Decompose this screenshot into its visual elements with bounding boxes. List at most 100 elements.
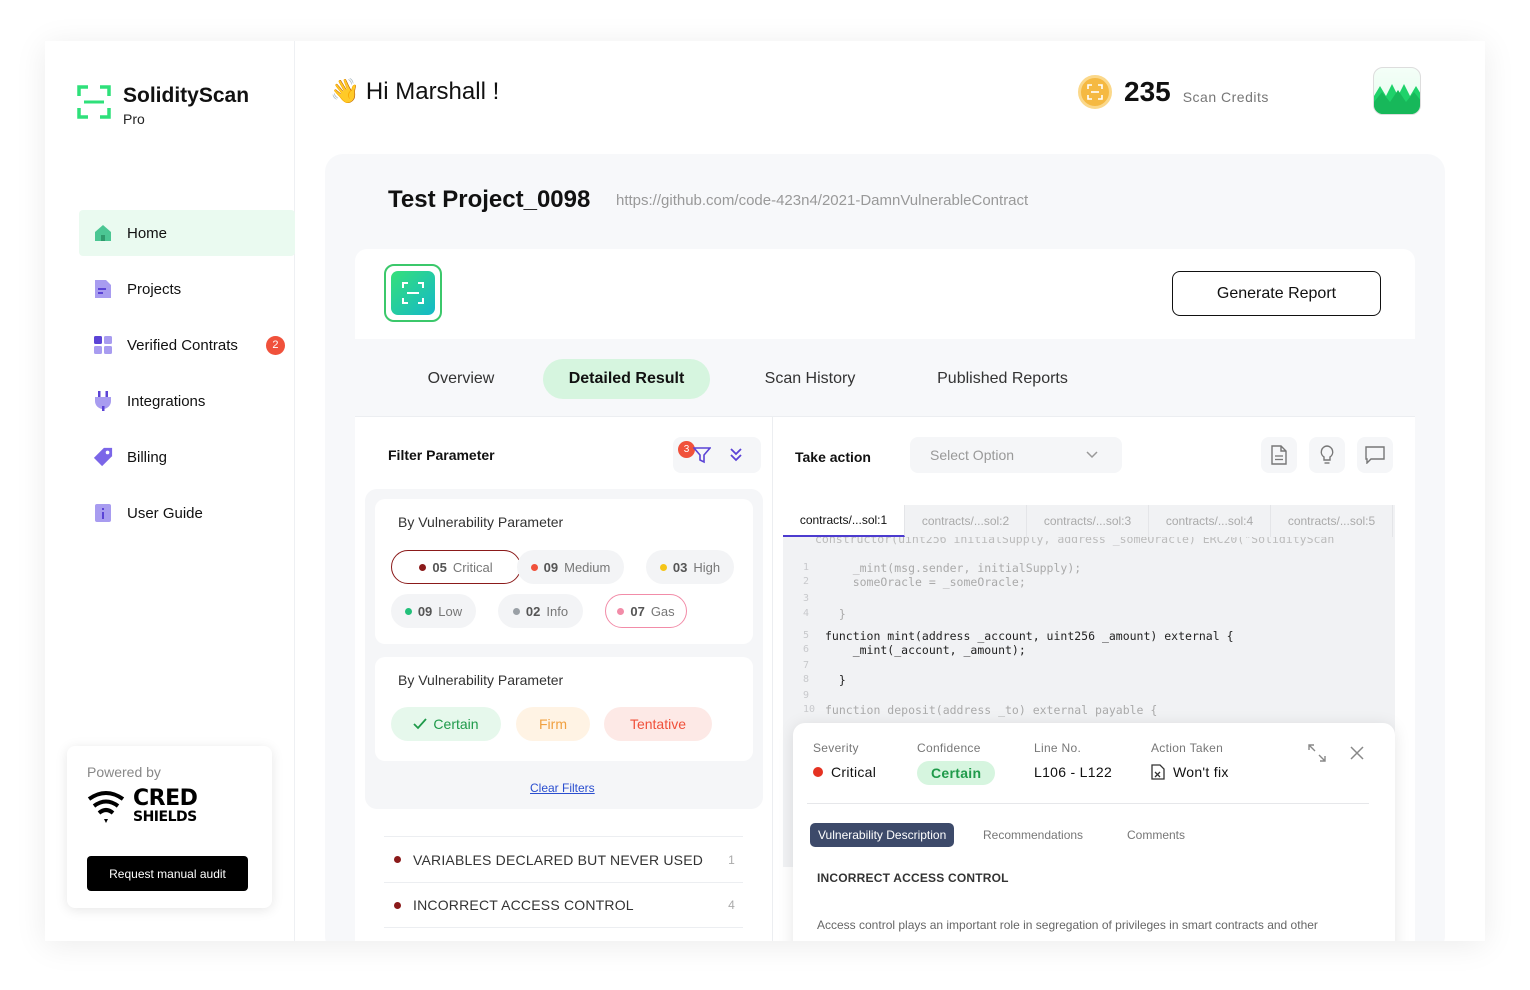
chevron-down-icon bbox=[1086, 451, 1098, 459]
chevron-double-down-icon[interactable] bbox=[729, 447, 743, 463]
tab-overview[interactable]: Overview bbox=[405, 359, 517, 399]
project-url[interactable]: https://github.com/code-423n4/2021-DamnV… bbox=[616, 192, 1028, 209]
gas-dot-icon bbox=[617, 607, 625, 615]
app-frame: SolidityScan Pro Home Projects Verified … bbox=[45, 41, 1485, 941]
scan-refresh-icon[interactable] bbox=[384, 264, 442, 322]
chip-firm[interactable]: Firm bbox=[516, 707, 590, 741]
filter-tools: 3 bbox=[673, 437, 761, 473]
filter-panel: By Vulnerability Parameter 05 Critical 09… bbox=[365, 489, 763, 809]
chip-label: Tentative bbox=[629, 716, 687, 732]
request-audit-button[interactable]: Request manual audit bbox=[87, 856, 248, 891]
chip-tentative[interactable]: Tentative bbox=[604, 707, 712, 741]
confidence-value: Certain bbox=[917, 761, 996, 785]
sidebar-item-verified-contracts[interactable]: Verified Contrats 2 bbox=[79, 322, 295, 368]
chip-critical[interactable]: 05 Critical bbox=[391, 550, 521, 584]
solidityscan-logo-icon bbox=[77, 85, 111, 119]
sidebar-item-label: Home bbox=[127, 224, 168, 242]
chip-label: Medium bbox=[564, 559, 611, 575]
line-number: 8 bbox=[803, 674, 810, 685]
verified-count-badge: 2 bbox=[265, 335, 285, 355]
action-select[interactable]: Select Option bbox=[910, 437, 1122, 473]
tab-scan-history[interactable]: Scan History bbox=[745, 359, 875, 399]
file-tab[interactable]: contracts/...sol:1 bbox=[783, 505, 905, 537]
sidebar-item-projects[interactable]: Projects bbox=[79, 266, 295, 312]
plug-icon bbox=[93, 391, 113, 411]
close-icon[interactable] bbox=[1349, 745, 1365, 761]
line-number: 1 bbox=[803, 562, 810, 573]
action-taken-value: Won't fix bbox=[1151, 764, 1229, 780]
powered-by-card: Powered by CRED SHIELDS Request manual a… bbox=[67, 746, 272, 908]
tab-comments[interactable]: Comments bbox=[1127, 823, 1185, 847]
critical-dot-icon bbox=[813, 767, 823, 777]
brand-line-2: SHIELDS bbox=[133, 809, 197, 825]
vuln-list-item[interactable]: VARIABLES DECLARED BUT NEVER USED 1 bbox=[384, 836, 743, 882]
file-tab[interactable]: contracts/...sol:5 bbox=[1271, 505, 1393, 537]
tab-published-reports[interactable]: Published Reports bbox=[915, 359, 1090, 399]
chip-label: Low bbox=[438, 603, 463, 619]
avatar[interactable] bbox=[1373, 67, 1421, 115]
tab-detailed-result[interactable]: Detailed Result bbox=[543, 359, 710, 399]
filter-icon[interactable] bbox=[693, 446, 711, 464]
action-taken-label: Action Taken bbox=[1151, 741, 1224, 755]
medium-dot-icon bbox=[530, 563, 538, 571]
expand-icon[interactable] bbox=[1307, 743, 1327, 763]
confidence-label: Confidence bbox=[917, 741, 981, 755]
scan-credits: 235 Scan Credits bbox=[1078, 75, 1269, 109]
file-tabs: contracts/...sol:1 contracts/...sol:2 co… bbox=[783, 505, 1395, 537]
sidebar: SolidityScan Pro Home Projects Verified … bbox=[45, 41, 295, 941]
report-doc-button[interactable] bbox=[1261, 437, 1297, 473]
chip-certain[interactable]: Certain bbox=[391, 707, 501, 741]
high-dot-icon bbox=[659, 563, 667, 571]
line-label: Line No. bbox=[1034, 741, 1082, 755]
chip-label: Firm bbox=[539, 716, 567, 732]
chip-low[interactable]: 09 Low bbox=[391, 594, 476, 628]
generate-report-button[interactable]: Generate Report bbox=[1172, 271, 1381, 316]
action-taken-text: Won't fix bbox=[1173, 764, 1229, 780]
chip-count: 07 bbox=[630, 603, 645, 619]
chip-count: 03 bbox=[672, 559, 688, 575]
line-number: 9 bbox=[803, 690, 810, 701]
chip-gas[interactable]: 07 Gas bbox=[605, 594, 687, 628]
chip-high[interactable]: 03 High bbox=[646, 550, 734, 584]
wifi-shield-icon bbox=[87, 790, 125, 823]
tab-vulnerability-description[interactable]: Vulnerability Description bbox=[810, 823, 955, 847]
line-number: 6 bbox=[803, 644, 810, 655]
detail-description: Access control plays an important role i… bbox=[817, 918, 1318, 932]
sidebar-item-label: Projects bbox=[127, 280, 182, 298]
vuln-count: 1 bbox=[728, 852, 735, 867]
sidebar-item-integrations[interactable]: Integrations bbox=[79, 378, 295, 424]
file-tab[interactable]: contracts/...sol:4 bbox=[1149, 505, 1271, 537]
code-header-line: constructor(uint256 initialSupply, addre… bbox=[815, 537, 1335, 546]
critical-dot-icon bbox=[419, 563, 427, 571]
wave-icon: 👋 bbox=[330, 78, 360, 105]
sidebar-item-user-guide[interactable]: User Guide bbox=[79, 490, 295, 536]
file-x-icon bbox=[1151, 764, 1165, 780]
filter-column: Filter Parameter 3 By Vulnerability Para… bbox=[355, 417, 773, 941]
greeting-text: Hi Marshall ! bbox=[365, 77, 500, 105]
chip-count: 09 bbox=[417, 603, 433, 619]
vuln-list-item[interactable]: INCORRECT ACCESS CONTROL 4 bbox=[384, 882, 743, 928]
filter-title: Filter Parameter bbox=[388, 447, 495, 463]
tab-recommendations[interactable]: Recommendations bbox=[983, 823, 1083, 847]
chip-info[interactable]: 02 Info bbox=[498, 594, 583, 628]
sidebar-item-home[interactable]: Home bbox=[79, 210, 295, 256]
confidence-group-title: By Vulnerability Parameter bbox=[398, 672, 564, 688]
chip-medium[interactable]: 09 Medium bbox=[517, 550, 624, 584]
confidence-chip: Certain bbox=[917, 761, 996, 785]
comment-button[interactable] bbox=[1357, 437, 1393, 473]
vulnerability-detail-popup: Severity Critical Confidence Certain Lin… bbox=[793, 723, 1395, 941]
line-number: 2 bbox=[803, 576, 810, 587]
code-line: _mint(_account, _amount); bbox=[825, 643, 1026, 657]
app-logo[interactable]: SolidityScan Pro bbox=[77, 85, 249, 127]
file-tab[interactable]: contracts/...sol:2 bbox=[905, 505, 1027, 537]
tabs-bar: Overview Detailed Result Scan History Pu… bbox=[355, 339, 1415, 417]
code-column: Take action Select Option contracts/...s… bbox=[773, 417, 1415, 941]
clear-filters-link[interactable]: Clear Filters bbox=[530, 781, 595, 795]
hint-button[interactable] bbox=[1309, 437, 1345, 473]
lightbulb-icon bbox=[1320, 445, 1334, 464]
greeting: 👋 Hi Marshall ! bbox=[330, 77, 499, 106]
code-line: } bbox=[825, 673, 846, 687]
file-tab[interactable]: contracts/...sol:3 bbox=[1027, 505, 1149, 537]
sidebar-item-billing[interactable]: Billing bbox=[79, 434, 295, 480]
powered-by-label: Powered by bbox=[87, 764, 161, 780]
